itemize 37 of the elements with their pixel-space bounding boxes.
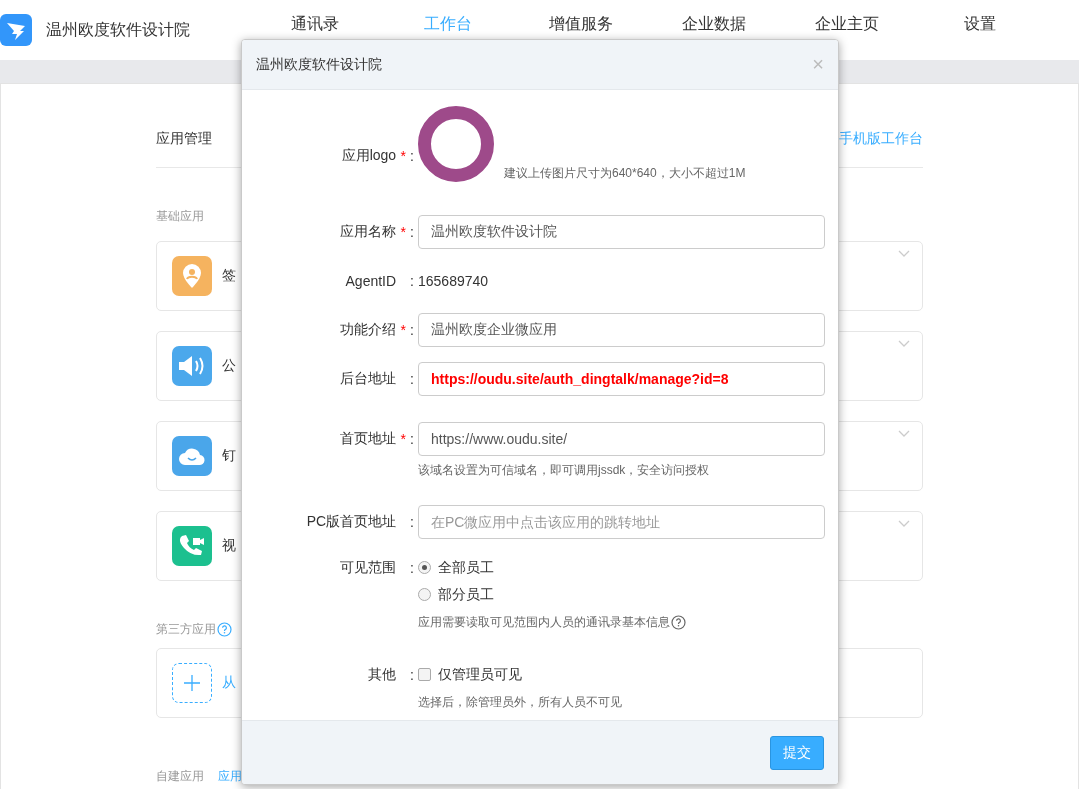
field-label: 可见范围 — [340, 558, 397, 577]
field-hint: 该域名设置为可信域名，即可调用jssdk，安全访问授权 — [418, 462, 711, 479]
brand-name: 温州欧度软件设计院 — [46, 19, 190, 40]
app-name: 视 — [222, 537, 236, 555]
label-colon: : — [410, 371, 414, 387]
label-colon: : — [410, 666, 414, 683]
label-colon: : — [410, 431, 414, 447]
required-mark: * — [399, 148, 407, 164]
field-label: 后台地址 — [340, 370, 397, 388]
required-mark: * — [399, 322, 407, 338]
agent-id: 165689740 — [418, 272, 490, 291]
page-title: 应用管理 — [156, 129, 212, 148]
app-name: 签 — [222, 267, 236, 285]
dialog-title: 温州欧度软件设计院 — [256, 55, 382, 74]
section-title: 自建应用 — [156, 768, 204, 785]
section-title: 基础应用 — [156, 208, 204, 225]
field-label: 应用logo — [341, 147, 397, 165]
section-title: 第三方应用 — [156, 621, 216, 638]
field-label: 首页地址 — [340, 430, 397, 448]
field-label: 其他 — [368, 665, 397, 684]
app-name: 公 — [222, 357, 236, 375]
app-name: 钉 — [222, 447, 236, 465]
label-colon: : — [410, 273, 414, 289]
label-colon: : — [410, 514, 414, 530]
field-hint: 应用需要读取可见范围内人员的通讯录基本信息 — [418, 614, 670, 631]
required-mark: * — [399, 431, 407, 447]
label-colon: : — [410, 322, 414, 338]
upload-hint: 建议上传图片尺寸为640*640，大小不超过1M — [504, 165, 746, 182]
required-mark: * — [399, 224, 407, 240]
label-colon: : — [410, 559, 414, 576]
field-label: 应用名称 — [340, 223, 397, 241]
label-colon: : — [410, 148, 414, 164]
label-colon: : — [410, 224, 414, 240]
field-label: 功能介绍 — [340, 321, 397, 339]
field-hint: 选择后，除管理员外，所有人员不可见 — [418, 694, 623, 711]
field-label: AgentID — [345, 273, 397, 289]
field-label: PC版首页地址 — [306, 513, 397, 531]
